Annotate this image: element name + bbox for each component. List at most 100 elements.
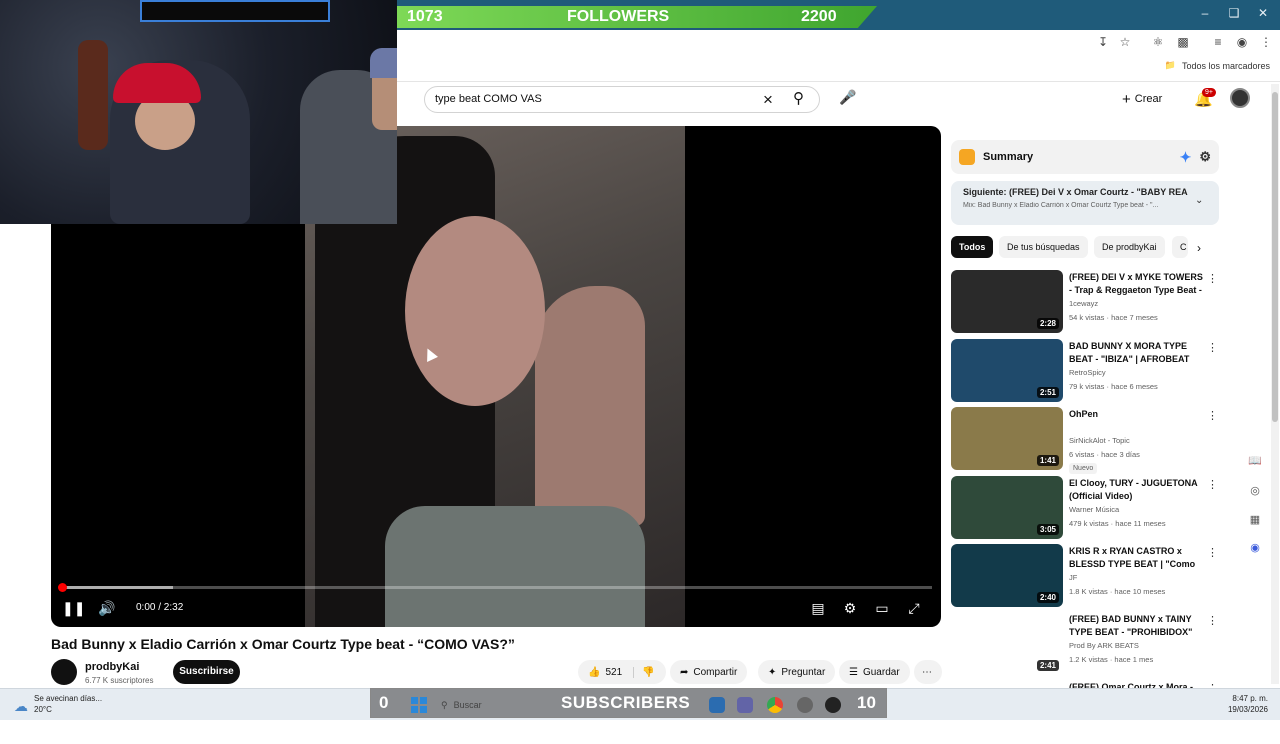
more-vertical-icon[interactable]: ⋮ [1207, 341, 1218, 354]
video-thumbnail[interactable]: 2:40 [951, 544, 1063, 607]
recommended-meta: 479 k vistas · hace 11 meses [1069, 519, 1166, 528]
ask-button[interactable]: ✦ Preguntar [758, 660, 836, 684]
video-thumbnail[interactable]: 2:51 [951, 339, 1063, 402]
recommended-video[interactable]: 2:40 KRIS R x RYAN CASTRO x BLESSD TYPE B… [951, 544, 1219, 608]
create-button[interactable]: + Crear [1122, 88, 1182, 110]
theater-mode-icon[interactable]: ▭ [872, 600, 892, 617]
chrome-icon[interactable] [767, 697, 783, 713]
teams-icon[interactable] [737, 697, 753, 713]
scrollbar[interactable] [1271, 84, 1279, 684]
like-button[interactable]: 👍 521 👎 [578, 660, 666, 684]
chevron-down-icon[interactable]: ⌄ [1195, 195, 1203, 206]
thumbs-down-icon[interactable]: 👎 [633, 666, 655, 678]
chip-todos[interactable]: Todos [951, 236, 994, 258]
channel-avatar[interactable] [51, 659, 77, 685]
install-app-icon[interactable]: ↧ [1095, 34, 1111, 50]
bookmark-star-icon[interactable]: ☆ [1117, 34, 1133, 50]
save-button[interactable]: ☰ Guardar [839, 660, 910, 684]
recommended-title[interactable]: BAD BUNNY X MORA TYPE BEAT - "IBIZA" | A… [1069, 340, 1203, 366]
more-vertical-icon[interactable]: ⋮ [1207, 272, 1218, 285]
save-label: Guardar [862, 666, 900, 678]
recommended-channel[interactable]: Warner Música [1069, 505, 1119, 514]
translate-icon[interactable]: ⚛ [1150, 34, 1166, 50]
maximize-icon[interactable]: ❑ [1225, 6, 1243, 20]
minimize-icon[interactable]: – [1196, 6, 1214, 20]
recommended-channel[interactable]: JF [1069, 573, 1077, 582]
more-vertical-icon[interactable]: ⋮ [1207, 546, 1218, 559]
recommended-channel[interactable]: 1cewayz [1069, 299, 1098, 308]
recommended-title[interactable]: (FREE) DEI V x MYKE TOWERS - Trap & Regg… [1069, 271, 1203, 297]
recommended-title[interactable]: (FREE) BAD BUNNY x TAINY TYPE BEAT - "PR… [1069, 613, 1203, 639]
obs-icon[interactable] [825, 697, 841, 713]
chip-from-searches[interactable]: De tus búsquedas [999, 236, 1088, 258]
summary-panel[interactable]: Summary ✦ ⚙ [951, 140, 1219, 174]
recommended-title[interactable]: KRIS R x RYAN CASTRO x BLESSD TYPE BEAT … [1069, 545, 1203, 571]
more-horizontal-icon: ⋯ [922, 666, 932, 678]
outlook-icon[interactable] [709, 697, 725, 713]
recommended-video[interactable]: 2:51 BAD BUNNY X MORA TYPE BEAT - "IBIZA"… [951, 339, 1219, 403]
recommended-video[interactable]: 2:41 (FREE) BAD BUNNY x TAINY TYPE BEAT -… [951, 612, 1219, 676]
chat-bot-icon[interactable]: ◉ [1247, 541, 1263, 557]
extensions-icon[interactable]: ▩ [1175, 34, 1191, 50]
more-vertical-icon[interactable]: ⋮ [1207, 614, 1218, 627]
microphone-icon[interactable]: 🎤 [838, 89, 858, 109]
fullscreen-icon[interactable]: ⤢ [904, 600, 924, 617]
recommended-channel[interactable]: SirNickAlot - Topic [1069, 436, 1130, 445]
recommended-channel[interactable]: Prod By ARK BEATS [1069, 641, 1139, 650]
channel-name[interactable]: prodbyKai [85, 661, 139, 673]
gear-icon[interactable]: ⚙ [1199, 149, 1211, 165]
video-thumbnail[interactable]: 2:41 [951, 612, 1063, 675]
apps-icon[interactable]: ▦ [1247, 513, 1263, 529]
avatar[interactable] [1230, 88, 1250, 108]
subscribe-button[interactable]: Suscribirse [173, 660, 240, 684]
subscribers-current: 0 [379, 693, 389, 712]
chip-from-channel[interactable]: De prodbyKai [1094, 236, 1165, 258]
scrubber-handle[interactable] [58, 583, 67, 592]
recommended-title[interactable]: OhPen [1069, 408, 1203, 421]
more-menu-icon[interactable]: ⋮ [1258, 34, 1274, 50]
windows-start-icon[interactable] [411, 697, 427, 713]
chevron-right-icon[interactable]: › [1197, 241, 1201, 255]
recommended-video[interactable]: 1:41 OhPen SirNickAlot - Topic 6 vistas · h… [951, 407, 1219, 474]
search-icon[interactable]: ⚲ [793, 89, 804, 107]
podcast-icon[interactable]: ◎ [1247, 484, 1263, 500]
video-thumbnail[interactable]: 1:41 [951, 407, 1063, 470]
close-icon[interactable]: ✕ [1254, 6, 1272, 20]
weather-icon[interactable]: ☁ [14, 698, 28, 715]
up-next-box[interactable]: Siguiente: (FREE) Dei V x Omar Courtz - … [951, 181, 1219, 225]
subtitles-icon[interactable]: ▤ [808, 600, 828, 617]
clock-date[interactable]: 19/03/2026 [1228, 705, 1268, 714]
video-figure-top [385, 506, 645, 627]
progress-bar[interactable] [58, 583, 932, 592]
search-input[interactable]: type beat COMO VAS × ⚲ [424, 86, 820, 113]
pause-icon[interactable]: ❚❚ [62, 600, 85, 617]
chip-partial[interactable]: C [1172, 236, 1188, 258]
up-next-subtitle: Mix: Bad Bunny x Eladio Carrión x Omar C… [963, 202, 1159, 209]
sparkle-icon[interactable]: ✦ [1180, 149, 1192, 166]
all-bookmarks[interactable]: 📁 Todos los marcadores [1165, 60, 1270, 71]
recommended-title[interactable]: El Clooy, TURY - JUGUETONA (Official Vid… [1069, 477, 1203, 503]
share-button[interactable]: ➦ Compartir [670, 660, 748, 684]
more-vertical-icon[interactable]: ⋮ [1207, 409, 1218, 422]
more-actions-button[interactable]: ⋯ [914, 660, 942, 684]
video-thumbnail[interactable]: 2:28 [951, 270, 1063, 333]
recommended-channel[interactable]: RetroSpicy [1069, 368, 1106, 377]
book-icon[interactable]: 📖 [1247, 454, 1263, 470]
weather-text[interactable]: Se avecinan días... [34, 694, 102, 703]
clear-search-icon[interactable]: × [763, 90, 773, 110]
settings-gear-icon[interactable] [797, 697, 813, 713]
scrollbar-thumb[interactable] [1272, 92, 1278, 422]
settings-icon[interactable]: ⚙ [840, 600, 860, 617]
volume-icon[interactable]: 🔊 [97, 600, 117, 617]
recommended-video[interactable]: 3:05 El Clooy, TURY - JUGUETONA (Official… [951, 476, 1219, 540]
video-thumbnail[interactable]: 3:05 [951, 476, 1063, 539]
clock-time[interactable]: 8:47 p. m. [1232, 694, 1268, 703]
ask-label: Preguntar [781, 666, 826, 678]
profile-icon[interactable]: ◉ [1234, 34, 1250, 50]
more-vertical-icon[interactable]: ⋮ [1207, 478, 1218, 491]
reading-list-icon[interactable]: ≡ [1210, 34, 1226, 50]
share-label: Compartir [693, 666, 738, 678]
webcam-monitor [140, 0, 330, 22]
recommended-video[interactable]: 2:28 (FREE) DEI V x MYKE TOWERS - Trap & … [951, 270, 1219, 334]
taskbar-search[interactable]: ⚲ Buscar [441, 696, 551, 714]
